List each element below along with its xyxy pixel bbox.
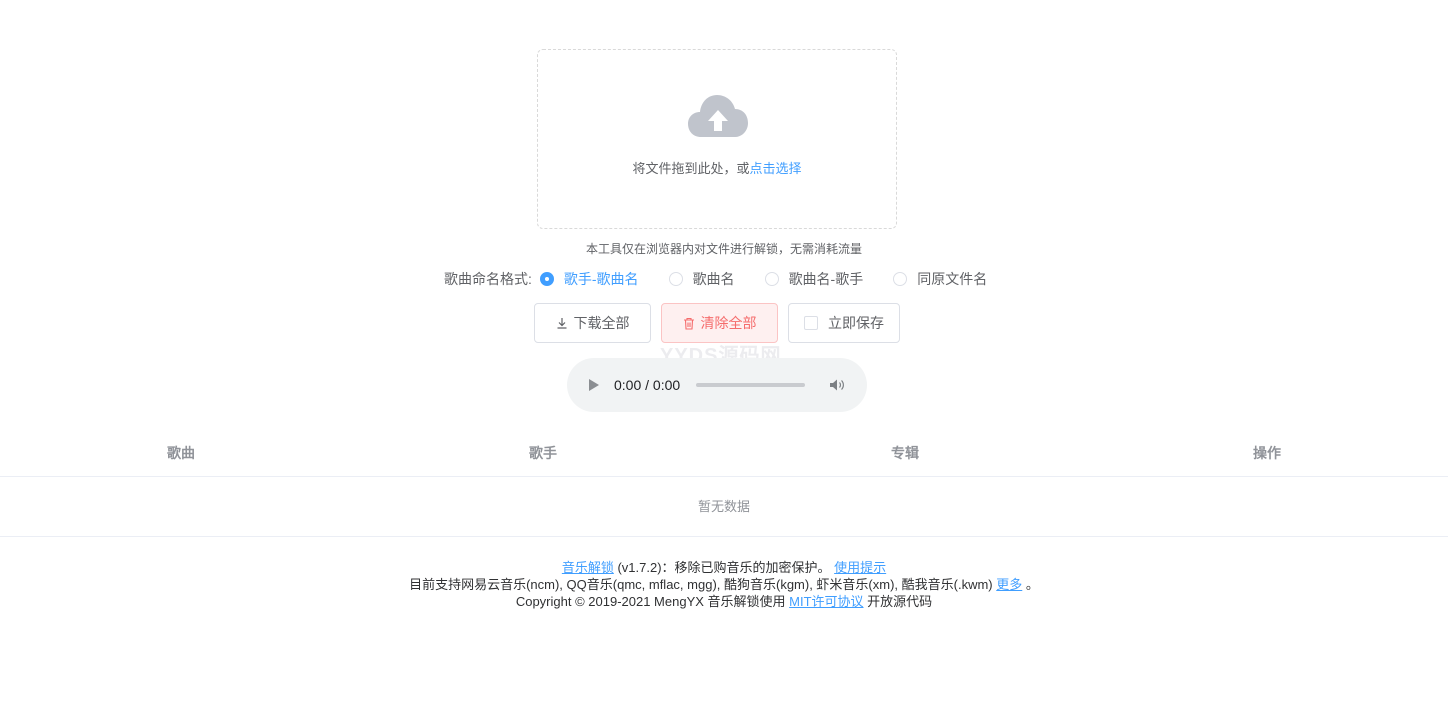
naming-format-label: 歌曲命名格式: [444, 271, 532, 287]
radio-title[interactable]: 歌曲名 [668, 269, 735, 289]
radio-label: 歌曲名 [692, 271, 735, 287]
column-header-song: 歌曲 [167, 445, 195, 461]
column-header-album: 专辑 [891, 445, 919, 461]
footer: 音乐解锁 (v1.7.2)：移除已购音乐的加密保护。 使用提示 目前支持网易云音… [0, 559, 1448, 610]
player-time: 0:00 / 0:00 [614, 377, 681, 393]
progress-track[interactable] [696, 383, 806, 387]
footer-line-3: Copyright © 2019-2021 MengYX 音乐解锁使用 MIT许… [0, 593, 1448, 610]
table-header: 歌曲 歌手 专辑 操作 [0, 430, 1448, 477]
radio-label: 同原文件名 [917, 271, 988, 287]
footer-line-2: 目前支持网易云音乐(ncm), QQ音乐(qmc, mflac, mgg), 酷… [0, 576, 1448, 593]
save-now-toggle[interactable]: 立即保存 [788, 303, 900, 343]
support-text: 目前支持网易云音乐(ncm), QQ音乐(qmc, mflac, mgg), 酷… [409, 577, 997, 592]
version-text: (v1.7.2)：移除已购音乐的加密保护。 [613, 560, 835, 575]
trash-icon [683, 317, 695, 330]
column-header-artist: 歌手 [529, 445, 557, 461]
naming-format-group: 歌曲命名格式: 歌手-歌曲名 歌曲名 歌曲名-歌手 同原文件名 [444, 270, 1017, 288]
download-icon [556, 317, 568, 329]
radio-dot [893, 272, 908, 286]
cloud-upload-icon [687, 93, 749, 139]
more-link[interactable]: 更多 [996, 577, 1022, 592]
radio-title-artist[interactable]: 歌曲名-歌手 [764, 269, 864, 289]
upload-tip: 本工具仅在浏览器内对文件进行解锁，无需消耗流量 [585, 242, 862, 256]
radio-dot [668, 272, 683, 286]
app-link[interactable]: 音乐解锁 [562, 560, 614, 575]
volume-icon[interactable] [829, 378, 845, 392]
radio-label: 歌手-歌曲名 [563, 271, 639, 287]
copyright-text: Copyright © 2019-2021 MengYX 音乐解锁使用 [515, 594, 790, 609]
radio-label: 歌曲名-歌手 [788, 271, 864, 287]
clear-all-button[interactable]: 清除全部 [661, 303, 778, 343]
radio-dot [539, 272, 554, 286]
upload-dropzone[interactable]: 将文件拖到此处，或点击选择 [537, 49, 897, 229]
save-now-label: 立即保存 [828, 315, 884, 331]
audio-player: 0:00 / 0:00 [567, 358, 867, 412]
play-icon[interactable] [589, 379, 599, 391]
table-empty-text: 暂无数据 [0, 477, 1448, 537]
radio-artist-title[interactable]: 歌手-歌曲名 [539, 269, 639, 289]
upload-prompt: 将文件拖到此处，或 [632, 161, 750, 176]
mit-license-link[interactable]: MIT许可协议 [789, 594, 863, 609]
footer-line-1: 音乐解锁 (v1.7.2)：移除已购音乐的加密保护。 使用提示 [0, 559, 1448, 576]
song-table: 歌曲 歌手 专辑 操作 暂无数据 [0, 430, 1448, 537]
usage-tips-link[interactable]: 使用提示 [834, 560, 886, 575]
radio-original-filename[interactable]: 同原文件名 [893, 269, 987, 289]
upload-text: 将文件拖到此处，或点击选择 [538, 158, 896, 177]
column-header-actions: 操作 [1253, 445, 1281, 461]
download-all-label: 下载全部 [573, 315, 630, 331]
download-all-button[interactable]: 下载全部 [534, 303, 651, 343]
save-now-checkbox[interactable] [804, 316, 818, 330]
radio-dot [764, 272, 779, 286]
support-end: 。 [1022, 577, 1039, 592]
select-file-link[interactable]: 点击选择 [750, 161, 802, 176]
open-source-text: 开放源代码 [863, 594, 933, 609]
clear-all-label: 清除全部 [700, 315, 757, 331]
